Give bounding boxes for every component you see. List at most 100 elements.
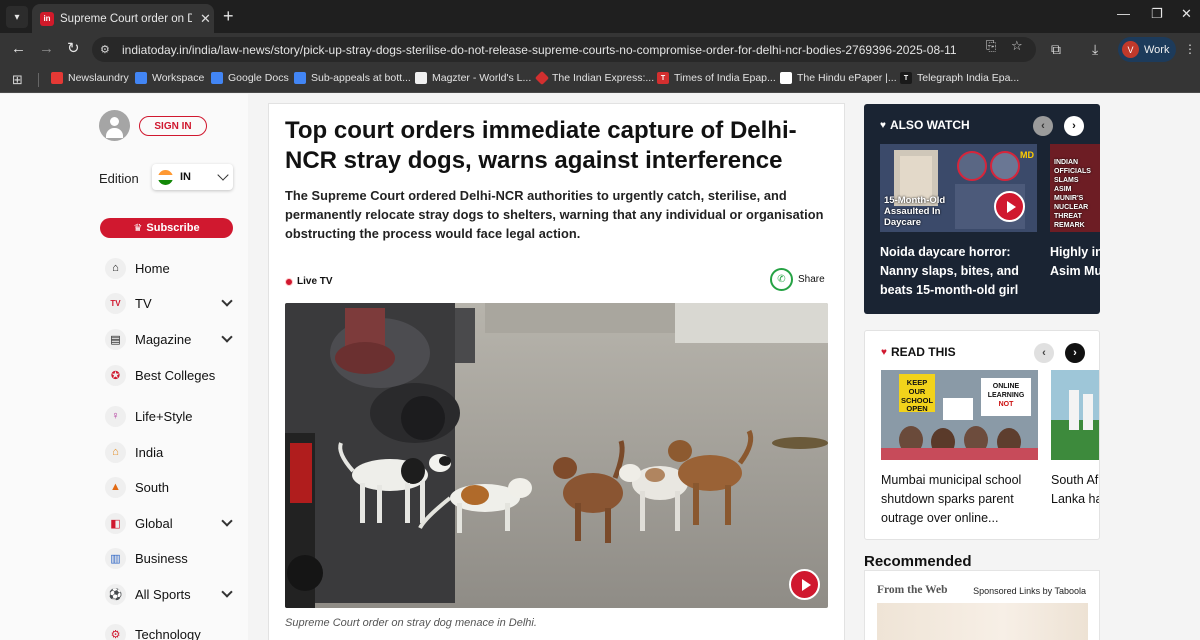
sidebar-item-home[interactable]: ⌂ Home — [105, 256, 241, 280]
bookmark-item[interactable]: The Hindu ePaper |... — [780, 72, 897, 84]
reload-icon[interactable]: ↻ — [67, 40, 80, 58]
tab-search-button[interactable]: ▾ — [6, 6, 28, 28]
sign-in-button[interactable]: SIGN IN — [139, 116, 207, 136]
video-card[interactable]: INDIAN OFFICIALS SLAMS ASIM MUNIR'S NUCL… — [1050, 144, 1100, 281]
share-button[interactable]: ✆ Share — [770, 268, 825, 291]
taboola-widget: From the Web Sponsored Links by Taboola — [864, 570, 1100, 640]
chevron-down-icon[interactable] — [221, 295, 233, 307]
carousel-prev-button[interactable]: ‹ — [1034, 343, 1054, 363]
minimize-icon[interactable]: — — [1117, 6, 1130, 21]
video-thumbnail: INDIAN OFFICIALS SLAMS ASIM MUNIR'S NUCL… — [1050, 144, 1100, 232]
bookmark-item[interactable]: Newslaundry — [51, 72, 129, 84]
article-headline: Top court orders immediate capture of De… — [285, 117, 797, 174]
back-icon[interactable]: ← — [11, 40, 26, 58]
south-icon: ▲ — [105, 476, 126, 498]
photo-caption: Supreme Court order on stray dog menace … — [285, 617, 537, 629]
close-window-icon[interactable]: ✕ — [1181, 6, 1192, 22]
bookmark-item[interactable]: T Telegraph India Epa... — [900, 72, 1019, 84]
business-icon: ▥ — [105, 547, 126, 569]
chevron-down-icon — [217, 169, 229, 181]
close-tab-icon[interactable]: ✕ — [200, 11, 211, 27]
video-title: Noida daycare horror: Nanny slaps, bites… — [880, 245, 1019, 297]
sidebar-item-best-colleges[interactable]: ✪ Best Colleges — [105, 363, 241, 387]
svg-text:MD: MD — [1020, 150, 1034, 160]
chevron-down-icon[interactable] — [221, 515, 233, 527]
apps-grid-icon[interactable]: ⊞ — [12, 72, 23, 88]
sidebar-item-magazine[interactable]: ▤ Magazine — [105, 327, 241, 351]
play-icon — [801, 578, 811, 591]
subscribe-label: Subscribe — [146, 222, 200, 234]
read-this-title: ♥ READ THIS — [881, 345, 956, 359]
sidebar-item-tv[interactable]: TV TV — [105, 291, 241, 315]
video-play-button[interactable] — [789, 569, 820, 600]
browser-menu-icon[interactable]: ⋮ — [1184, 42, 1196, 56]
tv-icon: TV — [105, 292, 126, 314]
user-avatar-icon[interactable] — [99, 110, 130, 141]
svg-text:ONLINE: ONLINE — [993, 383, 1020, 390]
bookmark-item[interactable]: Google Docs — [211, 72, 289, 84]
sponsored-links-label[interactable]: Sponsored Links by Taboola — [973, 586, 1086, 596]
story-thumbnail[interactable] — [1051, 370, 1099, 460]
edition-dropdown[interactable]: IN — [152, 164, 233, 190]
site-info-icon[interactable]: ⚙ — [100, 43, 120, 56]
technology-icon: ⚙ — [105, 623, 126, 640]
new-tab-button[interactable]: + — [223, 6, 234, 26]
sidebar-item-all-sports[interactable]: ⚽ All Sports — [105, 582, 241, 606]
bookmark-favicon-icon — [135, 72, 147, 84]
story-thumbnail[interactable]: KEEP OUR SCHOOL OPEN ONLINE LEARNING NOT — [881, 370, 1038, 460]
subscribe-button[interactable]: ♛ Subscribe — [100, 218, 233, 238]
profile-avatar: V — [1122, 41, 1139, 58]
sponsored-thumbnail[interactable] — [877, 603, 1088, 640]
bookmark-item[interactable]: Magzter - World's L... — [415, 72, 531, 84]
also-watch-title: ♥ ALSO WATCH — [880, 118, 970, 132]
story-title[interactable]: Mumbai municipal school shutdown sparks … — [881, 471, 1038, 528]
recommended-heading: Recommended — [864, 553, 972, 570]
address-bar[interactable]: ⚙ indiatoday.in/india/law-news/story/pic… — [92, 37, 1036, 62]
video-card[interactable]: MD 15-Month-Old Assaulted In Daycare Noi… — [880, 144, 1037, 300]
svg-text:OUR: OUR — [909, 387, 926, 396]
sidebar-item-south[interactable]: ▲ South — [105, 475, 241, 499]
svg-text:NOT: NOT — [999, 401, 1015, 408]
sidebar-item-india[interactable]: ⌂ India — [105, 440, 241, 464]
live-dot-icon — [285, 277, 293, 286]
extensions-icon[interactable]: ⧉ — [1051, 41, 1061, 57]
browser-tab-bar: ▾ in Supreme Court order on Delhi stray … — [0, 0, 1200, 33]
bookmark-item[interactable]: T Times of India Epap... — [657, 72, 776, 84]
live-tv-link[interactable]: Live TV — [285, 276, 333, 287]
live-tv-label: Live TV — [297, 276, 333, 287]
forward-icon[interactable]: → — [39, 40, 54, 58]
sidebar-item-technology[interactable]: ⚙ Technology — [105, 622, 241, 640]
bookmark-favicon-icon — [780, 72, 792, 84]
browser-tab-active[interactable]: in Supreme Court order on Delhi stray do… — [32, 4, 214, 33]
svg-text:KEEP: KEEP — [907, 378, 927, 387]
video-play-button[interactable] — [994, 191, 1025, 222]
bookmark-item[interactable]: The Indian Express:... — [534, 70, 654, 86]
bookmark-item[interactable]: Workspace — [135, 72, 204, 84]
india-flag-icon — [158, 169, 173, 185]
story-title[interactable]: South Af... reach WT... Lanka ha... — [1051, 471, 1099, 509]
sidebar-item-lifestyle[interactable]: ♀ Life+Style — [105, 404, 241, 428]
video-thumbnail: MD 15-Month-Old Assaulted In Daycare — [880, 144, 1037, 232]
bookmark-item[interactable]: Sub-appeals at bott... — [294, 72, 411, 84]
article-summary: The Supreme Court ordered Delhi-NCR auth… — [285, 188, 824, 241]
carousel-prev-button[interactable]: ‹ — [1033, 116, 1053, 136]
sidebar-item-global[interactable]: ◧ Global — [105, 511, 241, 535]
bookmark-star-icon[interactable]: ☆ — [1011, 38, 1023, 54]
video-title: Highly in... slams Pa... Asim Mu... — [1050, 245, 1100, 278]
install-app-icon[interactable]: ⎘ — [986, 38, 996, 54]
carousel-next-button[interactable]: › — [1064, 116, 1084, 136]
home-icon: ⌂ — [105, 257, 126, 279]
maximize-icon[interactable]: ❐ — [1151, 6, 1163, 22]
bookmark-favicon-icon: T — [657, 72, 669, 84]
profile-button[interactable]: V Work — [1118, 37, 1176, 62]
article-photo[interactable] — [285, 303, 828, 608]
download-icon[interactable]: ⤓ — [1092, 41, 1098, 57]
bookmark-favicon-icon — [51, 72, 63, 84]
chevron-down-icon[interactable] — [221, 586, 233, 598]
carousel-next-button[interactable]: › — [1065, 343, 1085, 363]
chevron-down-icon[interactable] — [221, 331, 233, 343]
sports-icon: ⚽ — [105, 583, 126, 605]
sidebar-item-business[interactable]: ▥ Business — [105, 546, 241, 570]
browser-toolbar: ← → ↻ ⚙ indiatoday.in/india/law-news/sto… — [0, 33, 1200, 66]
magazine-icon: ▤ — [105, 328, 126, 350]
